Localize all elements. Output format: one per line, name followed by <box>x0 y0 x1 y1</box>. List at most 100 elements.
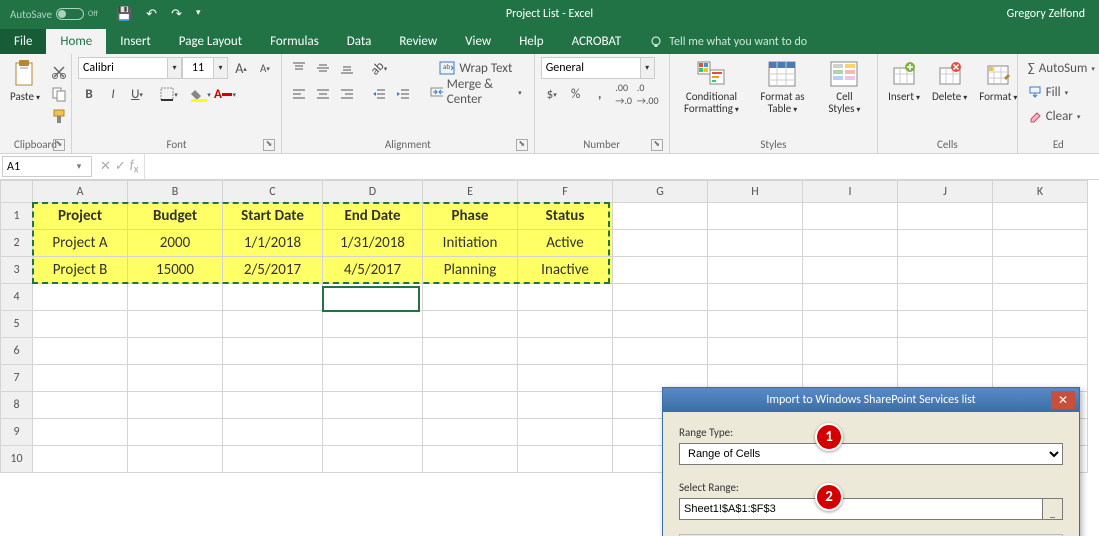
cell-B3[interactable]: 15000 <box>128 257 223 284</box>
col-header-J[interactable]: J <box>898 181 993 203</box>
cell-F2[interactable]: Active <box>518 230 613 257</box>
row-header-10[interactable]: 10 <box>1 446 33 473</box>
cell-C4[interactable] <box>223 284 323 311</box>
cell-D8[interactable] <box>323 392 423 419</box>
cell-E5[interactable] <box>423 311 518 338</box>
cell-D2[interactable]: 1/31/2018 <box>323 230 423 257</box>
font-name-dropdown[interactable]: ▾ <box>168 57 182 79</box>
cell-G4[interactable] <box>613 284 708 311</box>
name-box-dropdown[interactable]: ▾ <box>71 161 87 172</box>
cell-G5[interactable] <box>613 311 708 338</box>
cell-C9[interactable] <box>223 419 323 446</box>
col-header-D[interactable]: D <box>323 181 423 203</box>
select-all-corner[interactable] <box>1 181 33 203</box>
dialog-close-button[interactable]: ✕ <box>1051 391 1075 409</box>
row-header-4[interactable]: 4 <box>1 284 33 311</box>
decrease-decimal-button[interactable]: .0→.00 <box>637 83 659 105</box>
cell-A3[interactable]: Project B <box>33 257 128 284</box>
cell-G1[interactable] <box>613 203 708 230</box>
cell-A1[interactable]: Project <box>33 203 128 230</box>
cell-C10[interactable] <box>223 446 323 473</box>
cell-C8[interactable] <box>223 392 323 419</box>
fill-button[interactable]: Fill ▾ <box>1024 81 1072 103</box>
number-dialog-launcher[interactable]: ⬊ <box>651 139 663 151</box>
font-color-button[interactable]: A ▾ <box>214 83 236 105</box>
cell-K6[interactable] <box>993 338 1088 365</box>
col-header-G[interactable]: G <box>613 181 708 203</box>
cell-K3[interactable] <box>993 257 1088 284</box>
cell-B2[interactable]: 2000 <box>128 230 223 257</box>
cut-button[interactable] <box>48 61 70 83</box>
cell-A9[interactable] <box>33 419 128 446</box>
col-header-K[interactable]: K <box>993 181 1088 203</box>
cell-J2[interactable] <box>898 230 993 257</box>
cell-K2[interactable] <box>993 230 1088 257</box>
autosum-button[interactable]: ∑ AutoSum ▾ <box>1024 57 1099 79</box>
cell-F4[interactable] <box>518 284 613 311</box>
cell-E6[interactable] <box>423 338 518 365</box>
cell-A5[interactable] <box>33 311 128 338</box>
cell-I4[interactable] <box>803 284 898 311</box>
cell-H1[interactable] <box>708 203 803 230</box>
tab-data[interactable]: Data <box>333 29 386 54</box>
cell-E3[interactable]: Planning <box>423 257 518 284</box>
cell-J4[interactable] <box>898 284 993 311</box>
align-center-button[interactable] <box>312 83 334 105</box>
decrease-font-button[interactable]: A▾ <box>254 57 276 79</box>
font-name-input[interactable] <box>78 57 168 79</box>
cell-H5[interactable] <box>708 311 803 338</box>
row-header-3[interactable]: 3 <box>1 257 33 284</box>
row-header-5[interactable]: 5 <box>1 311 33 338</box>
cell-H4[interactable] <box>708 284 803 311</box>
row-header-1[interactable]: 1 <box>1 203 33 230</box>
cell-C7[interactable] <box>223 365 323 392</box>
cell-E7[interactable] <box>423 365 518 392</box>
cell-B1[interactable]: Budget <box>128 203 223 230</box>
insert-cells-button[interactable]: Insert <box>884 57 924 105</box>
cell-G2[interactable] <box>613 230 708 257</box>
align-right-button[interactable] <box>336 83 358 105</box>
align-top-button[interactable] <box>288 57 310 79</box>
cell-F10[interactable] <box>518 446 613 473</box>
cell-F5[interactable] <box>518 311 613 338</box>
copy-button[interactable] <box>48 83 70 105</box>
row-header-7[interactable]: 7 <box>1 365 33 392</box>
cell-C1[interactable]: Start Date <box>223 203 323 230</box>
cell-I6[interactable] <box>803 338 898 365</box>
cell-C5[interactable] <box>223 311 323 338</box>
cell-F6[interactable] <box>518 338 613 365</box>
cell-B9[interactable] <box>128 419 223 446</box>
tab-review[interactable]: Review <box>385 29 451 54</box>
cell-E8[interactable] <box>423 392 518 419</box>
cell-E4[interactable] <box>423 284 518 311</box>
cell-E2[interactable]: Initiation <box>423 230 518 257</box>
cell-J6[interactable] <box>898 338 993 365</box>
cell-J3[interactable] <box>898 257 993 284</box>
cell-A6[interactable] <box>33 338 128 365</box>
col-header-I[interactable]: I <box>803 181 898 203</box>
cell-B5[interactable] <box>128 311 223 338</box>
formula-input[interactable] <box>145 154 1099 179</box>
align-middle-button[interactable] <box>312 57 334 79</box>
row-header-9[interactable]: 9 <box>1 419 33 446</box>
cell-A4[interactable] <box>33 284 128 311</box>
tab-page-layout[interactable]: Page Layout <box>165 29 256 54</box>
border-button[interactable]: ▾ <box>158 83 180 105</box>
autosave-switch[interactable] <box>56 8 84 20</box>
cell-D3[interactable]: 4/5/2017 <box>323 257 423 284</box>
cell-F7[interactable] <box>518 365 613 392</box>
cell-J5[interactable] <box>898 311 993 338</box>
cell-E1[interactable]: Phase <box>423 203 518 230</box>
cell-E10[interactable] <box>423 446 518 473</box>
tab-help[interactable]: Help <box>505 29 557 54</box>
cell-K1[interactable] <box>993 203 1088 230</box>
increase-indent-button[interactable] <box>392 83 414 105</box>
cell-D1[interactable]: End Date <box>323 203 423 230</box>
range-picker-button[interactable]: _ <box>1043 498 1063 520</box>
col-header-H[interactable]: H <box>708 181 803 203</box>
cell-D4[interactable] <box>323 284 423 311</box>
comma-format-button[interactable]: , <box>589 83 611 105</box>
col-header-E[interactable]: E <box>423 181 518 203</box>
row-header-2[interactable]: 2 <box>1 230 33 257</box>
name-box-input[interactable] <box>3 160 71 174</box>
